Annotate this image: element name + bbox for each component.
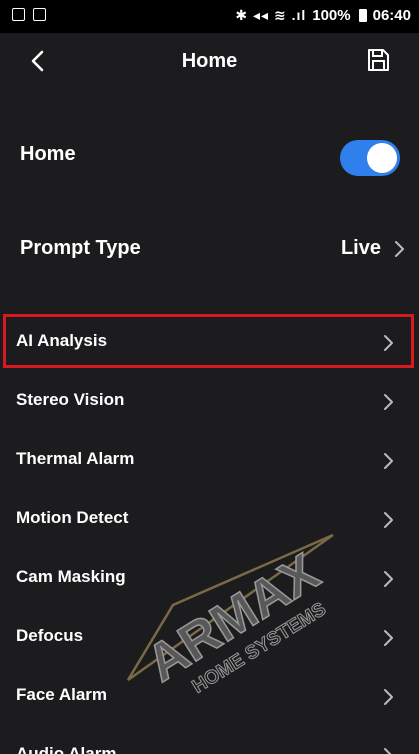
menu-item-stereo-vision[interactable]: Stereo Vision — [0, 372, 419, 430]
phone-screen: ✱ ◂◂ ≋ .ıl 100% 06:40 Home Home Prompt T… — [0, 0, 419, 754]
menu-item-label: Defocus — [16, 626, 84, 645]
home-toggle-switch[interactable] — [340, 140, 400, 176]
chevron-right-icon — [384, 689, 393, 705]
signal-icons: ✱ ◂◂ ≋ .ıl — [235, 7, 307, 23]
save-icon[interactable] — [365, 47, 391, 73]
toggle-knob — [367, 143, 397, 173]
chevron-right-icon — [384, 453, 393, 469]
chevron-right-icon — [384, 630, 393, 646]
armax-watermark-logo: ARMAX HOME SYSTEMS — [126, 533, 334, 698]
status-right: ✱ ◂◂ ≋ .ıl 100% 06:40 — [235, 7, 411, 24]
page-title: Home — [181, 50, 238, 72]
status-left-icons — [12, 8, 46, 21]
chevron-right-icon — [384, 571, 393, 587]
prompt-type-value: Live — [340, 237, 381, 259]
clock: 06:40 — [372, 7, 411, 24]
prompt-type-label: Prompt Type — [20, 237, 141, 259]
image-icon — [12, 8, 25, 21]
home-toggle-label: Home — [20, 143, 76, 165]
menu-item-audio-alarm[interactable]: Audio Alarm — [0, 726, 419, 754]
menu-item-thermal-alarm[interactable]: Thermal Alarm — [0, 431, 419, 489]
photo-icon — [33, 8, 46, 21]
chevron-right-icon — [384, 394, 393, 410]
menu-item-label: Stereo Vision — [16, 390, 125, 409]
top-bar: Home — [0, 33, 419, 90]
home-toggle-row[interactable]: Home — [0, 125, 419, 185]
menu-item-label: Audio Alarm — [16, 744, 117, 754]
status-bar: ✱ ◂◂ ≋ .ıl 100% 06:40 — [0, 0, 419, 33]
menu-item-label: Thermal Alarm — [16, 449, 135, 468]
chevron-right-icon — [384, 748, 392, 754]
chevron-right-icon — [395, 241, 404, 257]
prompt-type-row[interactable]: Prompt Type Live — [0, 219, 419, 279]
menu-item-label: Cam Masking — [16, 567, 126, 586]
chevron-right-icon — [384, 512, 393, 528]
menu-item-label: Motion Detect — [16, 508, 129, 527]
highlight-box — [3, 314, 414, 368]
battery-percent: 100% — [312, 7, 351, 24]
menu-item-label: Face Alarm — [16, 685, 108, 704]
battery-icon — [358, 9, 367, 22]
